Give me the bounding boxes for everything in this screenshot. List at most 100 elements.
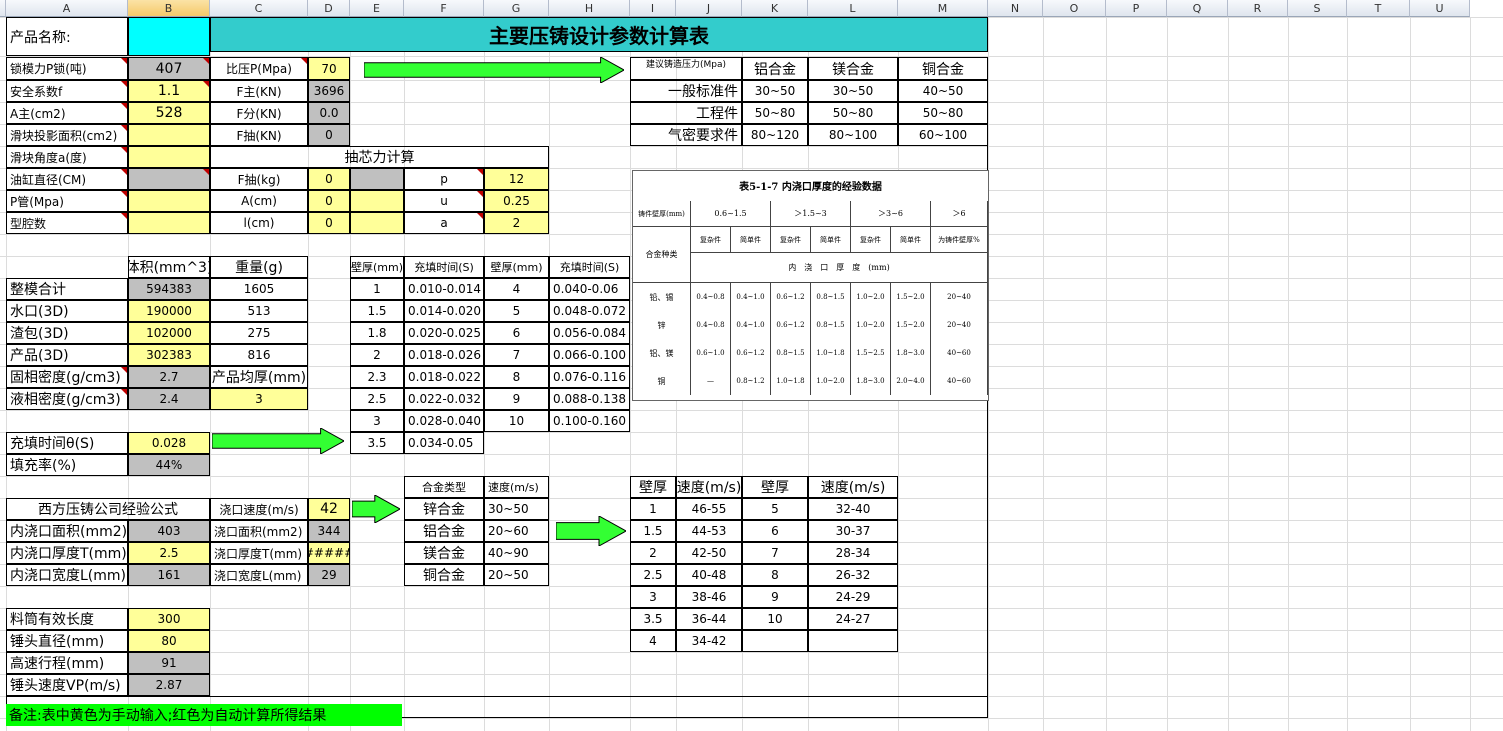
- wall-speed-cell[interactable]: 28-34: [808, 542, 898, 564]
- wall-table-cell[interactable]: 1.8: [350, 322, 404, 344]
- input-cell[interactable]: 3: [210, 388, 308, 410]
- param-value[interactable]: 0: [308, 190, 350, 212]
- wall-table-cell[interactable]: 0.066-0.100: [549, 344, 630, 366]
- column-header[interactable]: F: [404, 0, 484, 17]
- comment-indicator[interactable]: [121, 169, 127, 175]
- wall-speed-cell[interactable]: 1.5: [630, 520, 676, 542]
- wall-table-cell[interactable]: 2: [350, 344, 404, 366]
- comment-indicator[interactable]: [121, 367, 127, 373]
- alloy-speed[interactable]: 20~50: [484, 564, 549, 586]
- wall-speed-cell[interactable]: [742, 630, 808, 652]
- wall-speed-cell[interactable]: 26-32: [808, 564, 898, 586]
- wall-table-cell[interactable]: 0.100-0.160: [549, 410, 630, 432]
- column-header[interactable]: R: [1228, 0, 1288, 17]
- value-cell[interactable]: #####: [308, 542, 350, 564]
- wall-speed-cell[interactable]: 32-40: [808, 498, 898, 520]
- input-cell[interactable]: [128, 124, 210, 146]
- wall-speed-cell[interactable]: 2: [630, 542, 676, 564]
- pressure-value[interactable]: 50~80: [808, 102, 898, 124]
- column-header[interactable]: S: [1288, 0, 1347, 17]
- weight-value[interactable]: 513: [210, 300, 308, 322]
- wall-speed-cell[interactable]: 8: [742, 564, 808, 586]
- pressure-value[interactable]: 80~100: [808, 124, 898, 146]
- value-cell[interactable]: 403: [128, 520, 210, 542]
- comment-indicator[interactable]: [301, 58, 307, 64]
- column-header[interactable]: A: [6, 0, 128, 17]
- input-cell[interactable]: 42: [308, 498, 350, 520]
- param-value[interactable]: 0: [308, 212, 350, 234]
- wall-table-cell[interactable]: 1: [350, 278, 404, 300]
- weight-value[interactable]: 1605: [210, 278, 308, 300]
- wall-table-cell[interactable]: 5: [484, 300, 549, 322]
- wall-speed-cell[interactable]: [808, 630, 898, 652]
- alloy-speed[interactable]: 20~60: [484, 520, 549, 542]
- wall-speed-cell[interactable]: 46-55: [676, 498, 742, 520]
- comment-indicator[interactable]: [203, 81, 209, 87]
- wall-table-cell[interactable]: 0.056-0.084: [549, 322, 630, 344]
- input-cell[interactable]: [128, 212, 210, 234]
- column-header[interactable]: O: [1043, 0, 1106, 17]
- wall-speed-cell[interactable]: 10: [742, 608, 808, 630]
- wall-speed-cell[interactable]: 36-44: [676, 608, 742, 630]
- param-value[interactable]: 0.25: [484, 190, 549, 212]
- param-value[interactable]: 0.0: [308, 102, 350, 124]
- wall-speed-cell[interactable]: 3: [630, 586, 676, 608]
- wall-speed-cell[interactable]: 1: [630, 498, 676, 520]
- column-header[interactable]: G: [484, 0, 549, 17]
- wall-table-cell[interactable]: 10: [484, 410, 549, 432]
- input-cell[interactable]: 407: [128, 57, 210, 80]
- product-name-input[interactable]: [128, 17, 210, 56]
- wall-table-cell[interactable]: 0.088-0.138: [549, 388, 630, 410]
- wall-speed-cell[interactable]: 9: [742, 586, 808, 608]
- comment-indicator[interactable]: [121, 125, 127, 131]
- wall-speed-cell[interactable]: 6: [742, 520, 808, 542]
- wall-table-cell[interactable]: 0.028-0.040: [404, 410, 484, 432]
- input-cell[interactable]: 528: [128, 102, 210, 124]
- comment-indicator[interactable]: [121, 389, 127, 395]
- volume-value[interactable]: 594383: [128, 278, 210, 300]
- input-cell[interactable]: 0.028: [128, 432, 210, 454]
- param-value[interactable]: 3696: [308, 80, 350, 102]
- input-cell[interactable]: 2.7: [128, 366, 210, 388]
- value-cell[interactable]: 161: [128, 564, 210, 586]
- wall-table-cell[interactable]: 7: [484, 344, 549, 366]
- wall-table-cell[interactable]: 3.5: [350, 432, 404, 454]
- value-cell[interactable]: 29: [308, 564, 350, 586]
- param-value[interactable]: 12: [484, 168, 549, 190]
- column-header[interactable]: L: [808, 0, 898, 17]
- pressure-value[interactable]: 30~50: [808, 80, 898, 102]
- input-cell[interactable]: 2.4: [128, 388, 210, 410]
- wall-speed-cell[interactable]: 4: [630, 630, 676, 652]
- wall-speed-cell[interactable]: 2.5: [630, 564, 676, 586]
- comment-indicator[interactable]: [121, 213, 127, 219]
- pressure-value[interactable]: 80~120: [742, 124, 808, 146]
- column-header[interactable]: T: [1347, 0, 1410, 17]
- value-cell[interactable]: 2.5: [128, 542, 210, 564]
- wall-table-cell[interactable]: 0.010-0.014: [404, 278, 484, 300]
- wall-speed-cell[interactable]: 44-53: [676, 520, 742, 542]
- value-cell[interactable]: 344: [308, 520, 350, 542]
- wall-speed-cell[interactable]: 38-46: [676, 586, 742, 608]
- comment-indicator[interactable]: [203, 58, 209, 64]
- wall-speed-cell[interactable]: 5: [742, 498, 808, 520]
- input-cell[interactable]: 1.1: [128, 80, 210, 102]
- comment-indicator[interactable]: [477, 213, 483, 219]
- comment-indicator[interactable]: [477, 191, 483, 197]
- wall-table-cell[interactable]: 0.020-0.025: [404, 322, 484, 344]
- value-cell[interactable]: 91: [128, 652, 210, 674]
- wall-table-cell[interactable]: 0.018-0.022: [404, 366, 484, 388]
- column-header[interactable]: P: [1106, 0, 1167, 17]
- wall-speed-cell[interactable]: 40-48: [676, 564, 742, 586]
- input-cell[interactable]: [128, 168, 210, 190]
- input-cell[interactable]: [128, 146, 210, 168]
- value-cell[interactable]: 300: [128, 608, 210, 630]
- pressure-value[interactable]: 50~80: [898, 102, 988, 124]
- comment-indicator[interactable]: [477, 169, 483, 175]
- column-header[interactable]: I: [630, 0, 676, 17]
- wall-speed-cell[interactable]: 30-37: [808, 520, 898, 542]
- wall-table-cell[interactable]: 0.014-0.020: [404, 300, 484, 322]
- param-value[interactable]: 2: [484, 212, 549, 234]
- column-header[interactable]: J: [676, 0, 742, 17]
- wall-table-cell[interactable]: 0.018-0.026: [404, 344, 484, 366]
- volume-value[interactable]: 302383: [128, 344, 210, 366]
